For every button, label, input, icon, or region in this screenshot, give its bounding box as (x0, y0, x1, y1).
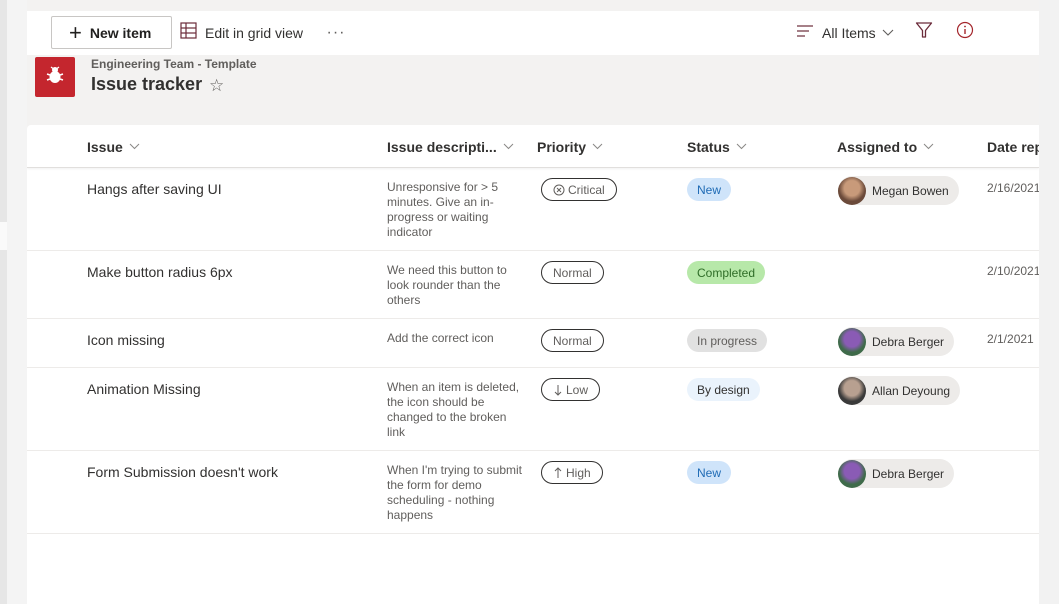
column-header-priority[interactable]: Priority (537, 125, 603, 168)
view-list-icon (797, 24, 814, 42)
issue-title-link[interactable]: Icon missing (87, 332, 165, 348)
avatar (838, 376, 866, 405)
issue-description: When I'm trying to submit the form for d… (387, 463, 522, 522)
status-badge: Completed (687, 261, 766, 284)
person-name: Debra Berger (872, 334, 945, 349)
circle-x-icon (553, 184, 565, 196)
arrow-up-icon (553, 466, 563, 479)
chevron-down-icon (923, 143, 934, 150)
chevron-down-icon (129, 143, 140, 150)
person-name: Megan Bowen (872, 183, 949, 198)
site-subtitle[interactable]: Engineering Team - Template (91, 57, 257, 71)
issue-title-link[interactable]: Animation Missing (87, 381, 201, 397)
avatar (838, 327, 866, 356)
priority-pill: Normal (541, 329, 604, 352)
column-header-label: Status (687, 138, 730, 155)
priority-label: High (566, 465, 591, 480)
filter-icon (915, 21, 933, 44)
priority-label: Low (566, 382, 589, 397)
table-row[interactable]: Hangs after saving UI Unresponsive for > … (27, 168, 1039, 251)
person-name: Allan Deyoung (872, 383, 951, 398)
filter-button[interactable] (913, 21, 935, 43)
column-headers: Issue Issue descripti... Priority Status… (27, 125, 1039, 168)
priority-pill: Low (541, 378, 601, 401)
status-badge: By design (687, 378, 760, 401)
table-row[interactable]: Form Submission doesn't work When I'm try… (27, 451, 1039, 534)
status-label: In progress (697, 333, 758, 348)
column-header-label: Date rep (987, 138, 1039, 155)
priority-label: Normal (553, 265, 592, 280)
column-header-description[interactable]: Issue descripti... (387, 125, 514, 168)
priority-label: Critical (568, 182, 605, 197)
issue-description: When an item is deleted, the icon should… (387, 380, 520, 439)
date-reported: 2/16/2021 (987, 181, 1039, 195)
issue-description: Unresponsive for > 5 minutes. Give an in… (387, 180, 499, 239)
list-title: Issue tracker (91, 74, 203, 94)
status-badge: New (687, 178, 732, 201)
avatar (838, 176, 866, 205)
edit-grid-view-label: Edit in grid view (205, 24, 304, 41)
date-reported: 2/1/2021 (987, 332, 1034, 346)
assigned-person-chip[interactable]: Debra Berger (838, 459, 955, 488)
status-label: New (697, 182, 722, 197)
status-label: New (697, 465, 722, 480)
column-header-status[interactable]: Status (687, 125, 747, 168)
grid-icon (180, 21, 197, 44)
status-badge: New (687, 461, 732, 484)
more-options-button[interactable]: ··· (323, 16, 349, 49)
assigned-person-chip[interactable]: Debra Berger (838, 327, 955, 356)
priority-pill: Normal (541, 261, 604, 284)
view-selector-label: All Items (822, 24, 876, 41)
avatar (838, 459, 866, 488)
plus-icon: + (69, 19, 82, 45)
column-header-label: Assigned to (837, 138, 918, 155)
chevron-down-icon (736, 143, 747, 150)
command-bar: + New item Edit in grid view ··· All Ite… (27, 11, 1039, 55)
arrow-down-icon (553, 384, 563, 396)
bug-icon (45, 65, 65, 90)
view-selector[interactable]: All Items (797, 16, 894, 49)
issue-description: We need this button to look rounder than… (387, 263, 507, 307)
column-header-assigned-to[interactable]: Assigned to (837, 125, 934, 168)
date-reported: 2/10/2021 (987, 264, 1039, 278)
chevron-down-icon (503, 143, 514, 150)
table-row[interactable]: Animation Missing When an item is deleted… (27, 368, 1039, 451)
chevron-down-icon (592, 143, 603, 150)
left-panel (7, 0, 27, 604)
issue-title-link[interactable]: Form Submission doesn't work (87, 464, 278, 480)
status-label: By design (697, 382, 750, 397)
assigned-person-chip[interactable]: Megan Bowen (838, 176, 959, 205)
column-header-date-reported[interactable]: Date rep (987, 125, 1039, 168)
status-badge: In progress (687, 329, 768, 352)
info-icon (956, 21, 974, 44)
issue-title-link[interactable]: Make button radius 6px (87, 264, 233, 280)
new-item-label: New item (89, 24, 152, 41)
priority-label: Normal (553, 333, 592, 348)
edit-grid-view-button[interactable]: Edit in grid view (180, 16, 303, 49)
priority-pill: High (541, 461, 603, 484)
favorite-star-icon[interactable]: ☆ (209, 76, 224, 96)
issue-list: Issue Issue descripti... Priority Status… (27, 125, 1039, 604)
issue-description: Add the correct icon (387, 331, 494, 345)
column-header-issue[interactable]: Issue (87, 125, 140, 168)
site-logo (35, 57, 75, 97)
table-row[interactable]: Make button radius 6px We need this butto… (27, 251, 1039, 319)
status-label: Completed (697, 265, 756, 280)
scrollbar-track[interactable] (1039, 0, 1059, 604)
window-edge (0, 0, 7, 604)
chevron-down-icon (882, 24, 894, 42)
column-header-label: Issue (87, 138, 123, 155)
left-panel-notch (0, 222, 7, 250)
site-header: Engineering Team - Template Issue tracke… (27, 55, 1039, 125)
new-item-button[interactable]: + New item (51, 16, 172, 49)
priority-pill: Critical (541, 178, 617, 201)
column-header-label: Issue descripti... (387, 138, 497, 155)
person-name: Debra Berger (872, 466, 945, 481)
info-button[interactable] (954, 21, 976, 43)
column-header-label: Priority (537, 138, 587, 155)
issue-title-link[interactable]: Hangs after saving UI (87, 181, 222, 197)
assigned-person-chip[interactable]: Allan Deyoung (838, 376, 961, 405)
table-row[interactable]: Icon missing Add the correct icon Normal In… (27, 319, 1039, 368)
